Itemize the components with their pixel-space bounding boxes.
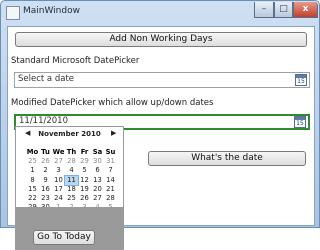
- calendar-day[interactable]: 17: [52, 185, 65, 194]
- calendar-day[interactable]: 21: [104, 185, 117, 194]
- minimize-button[interactable]: –: [254, 2, 274, 18]
- calendar-day[interactable]: 10: [52, 176, 65, 185]
- modified-datepicker-value[interactable]: 11/11/2010: [19, 116, 68, 126]
- calendar-day[interactable]: 9: [39, 176, 52, 185]
- calendar-day[interactable]: 13: [91, 176, 104, 185]
- weekday-label: We: [52, 148, 65, 156]
- calendar-header: ◀ November 2010 ▶: [16, 129, 123, 141]
- calendar-day[interactable]: 28: [104, 194, 117, 203]
- weekday-label: Sa: [92, 148, 103, 156]
- calendar-week-row: 22 23 24 25 26 27 28: [26, 194, 117, 203]
- calendar-day[interactable]: 6: [91, 166, 104, 175]
- weekday-label: Su: [105, 148, 116, 156]
- calendar-day[interactable]: 27: [52, 157, 65, 166]
- calendar-day[interactable]: 26: [39, 157, 52, 166]
- calendar-week-row: 1234567: [26, 166, 117, 175]
- calendar-day[interactable]: 12: [78, 176, 91, 185]
- calendar-day[interactable]: 20: [91, 185, 104, 194]
- calendar-day[interactable]: 16: [39, 185, 52, 194]
- calendar-day[interactable]: 23: [39, 194, 52, 203]
- calendar-day[interactable]: 25: [26, 157, 39, 166]
- calendar-day[interactable]: 19: [78, 185, 91, 194]
- weekday-label: Fr: [80, 148, 89, 156]
- calendar-week-row: 15 16 17 18 19 20 21: [26, 185, 117, 194]
- weekday-header-row: Mo Tu We Th Fr Sa Su: [26, 148, 117, 157]
- calendar-day[interactable]: 25: [65, 194, 78, 203]
- calendar-day[interactable]: 27: [91, 194, 104, 203]
- calendar-day[interactable]: 11: [64, 174, 79, 186]
- weekday-label: Tu: [41, 148, 50, 156]
- calendar-day[interactable]: 26: [78, 194, 91, 203]
- next-month-icon[interactable]: ▶: [111, 129, 116, 137]
- calendar-day[interactable]: 18: [65, 185, 78, 194]
- window-icon: [6, 6, 20, 20]
- calendar-day[interactable]: 31: [104, 157, 117, 166]
- calendar-day[interactable]: 7: [104, 166, 117, 175]
- calendar-day[interactable]: 1: [26, 166, 39, 175]
- standard-datepicker-label: Standard Microsoft DatePicker: [11, 56, 140, 66]
- calendar-month-title[interactable]: November 2010: [16, 130, 123, 138]
- add-non-working-days-button[interactable]: Add Non Working Days: [15, 32, 307, 47]
- calendar-day[interactable]: 30: [91, 157, 104, 166]
- calendar-day[interactable]: 29: [78, 157, 91, 166]
- calendar-day[interactable]: 22: [26, 194, 39, 203]
- title-bar[interactable]: MainWindow – □ x: [1, 1, 319, 25]
- calendar-week-row: 8 9 10 11 12 13 14: [26, 174, 117, 186]
- weekday-label: Mo: [26, 148, 39, 156]
- calendar-day[interactable]: 28: [65, 157, 78, 166]
- whats-the-date-button[interactable]: What's the date: [148, 151, 306, 166]
- calendar-day[interactable]: 15: [26, 185, 39, 194]
- calendar-day[interactable]: 14: [104, 176, 117, 185]
- maximize-button[interactable]: □: [274, 2, 293, 18]
- modified-datepicker-label: Modified DatePicker which allow up/down …: [11, 98, 214, 108]
- calendar-icon[interactable]: 15: [294, 116, 306, 128]
- calendar-day[interactable]: 2: [39, 166, 52, 175]
- standard-datepicker-placeholder[interactable]: Select a date: [18, 74, 74, 84]
- calendar-day[interactable]: 24: [52, 194, 65, 203]
- calendar-day[interactable]: 8: [26, 176, 39, 185]
- calendar-grid: Mo Tu We Th Fr Sa Su 25 26 27 28 29 30 31 1 2 3 4 5 6 7 8 9 10 1…: [26, 148, 117, 212]
- weekday-label: Th: [66, 148, 77, 156]
- close-button[interactable]: x: [293, 2, 318, 18]
- calendar-day[interactable]: 4: [65, 166, 78, 175]
- window-title: MainWindow: [23, 6, 80, 16]
- calendar-day[interactable]: 3: [52, 166, 65, 175]
- calendar-icon[interactable]: 15: [295, 74, 307, 86]
- go-to-today-button[interactable]: Go To Today: [33, 230, 95, 245]
- calendar-day[interactable]: 5: [78, 166, 91, 175]
- standard-datepicker[interactable]: Select a date 15: [14, 72, 310, 88]
- calendar-week-row: 25 26 27 28 29 30 31: [26, 157, 117, 166]
